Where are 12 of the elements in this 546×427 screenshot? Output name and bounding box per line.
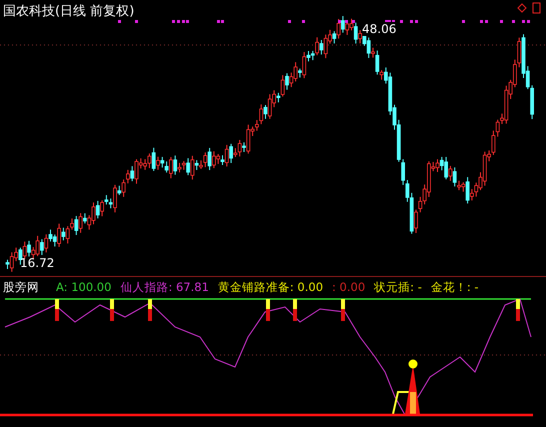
legend-value: 黄金铺路准备: 0.00 <box>218 280 324 294</box>
chart-title: 国农科技(日线 前复权) <box>3 3 134 20</box>
legend-value: 金花！: - <box>430 280 479 294</box>
legend-value: 仙人指路: 67.81 <box>120 280 209 294</box>
indicator-name: 股旁网 <box>3 280 39 294</box>
window-icon[interactable] <box>532 2 540 14</box>
low-price-label: 16.72 <box>20 256 54 270</box>
legend-value: A: 100.00 <box>56 280 112 294</box>
legend-value: 状元插: - <box>374 280 422 294</box>
diamond-icon[interactable] <box>517 3 527 13</box>
legend-value: : 0.00 <box>332 280 366 294</box>
high-price-label: 48.06 <box>362 22 396 36</box>
